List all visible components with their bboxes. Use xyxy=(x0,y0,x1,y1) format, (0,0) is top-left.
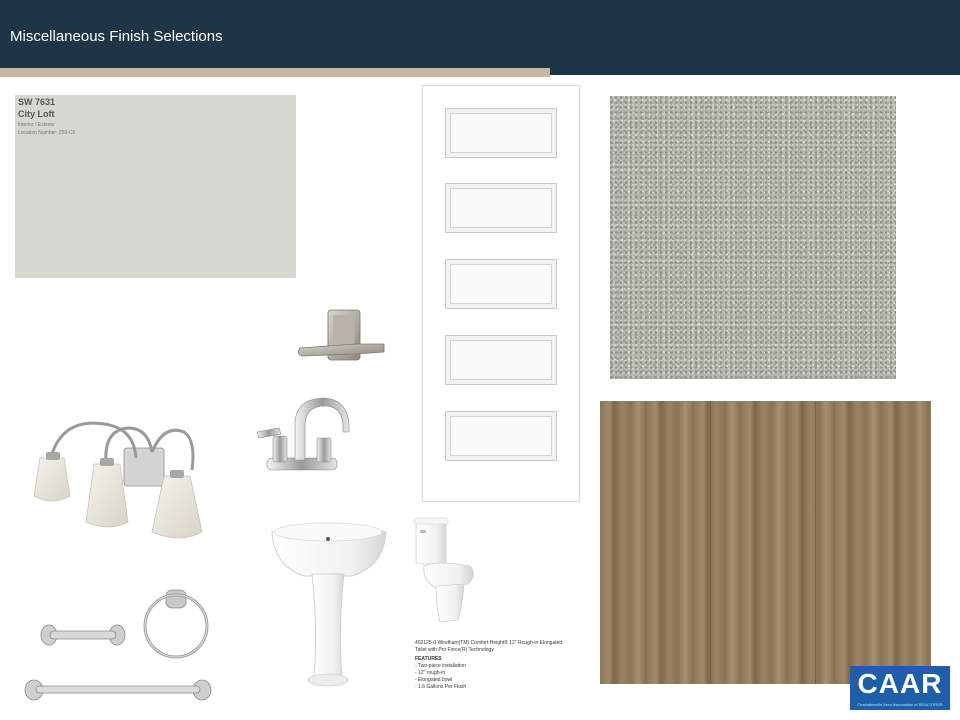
door-panel xyxy=(445,183,557,233)
flooring-swatch xyxy=(600,401,931,684)
paint-line2: Location Number: 259-C6 xyxy=(18,130,76,136)
feature-item: - Elongated bowl xyxy=(415,677,453,683)
features-title: FEATURES xyxy=(415,656,442,662)
feature-item: - Two-piece installation xyxy=(415,663,466,669)
paint-line1: Interior / Exterior xyxy=(18,122,55,128)
feature-item: - 1.6 Gallons Per Flush xyxy=(415,684,467,690)
door-panel xyxy=(445,335,557,385)
pedestal-sink-icon xyxy=(271,522,387,687)
towel-bar-icon xyxy=(24,679,212,701)
faucet-icon xyxy=(256,397,350,471)
paint-code: SW 7631 xyxy=(18,97,56,107)
tp-holder-icon xyxy=(40,624,126,646)
toilet-title: 402125-0 Windham(TM) Comfort Height® 12"… xyxy=(415,640,563,653)
countertop-swatch xyxy=(610,96,896,379)
plank-seam xyxy=(710,401,711,684)
door-panel xyxy=(445,411,557,461)
towel-ring-icon xyxy=(143,589,209,659)
paint-swatch: SW 7631 City Loft Interior / Exterior Lo… xyxy=(15,95,296,278)
feature-item: - 12" rough-in xyxy=(415,670,446,676)
paint-name: City Loft xyxy=(18,109,55,119)
page-title: Miscellaneous Finish Selections xyxy=(10,28,223,45)
toilet-description: 402125-0 Windham(TM) Comfort Height® 12"… xyxy=(415,640,565,691)
logo-tagline: Charlottesville Area Association of REAL… xyxy=(857,702,943,707)
plank-seam xyxy=(815,401,816,684)
vanity-light-icon xyxy=(33,421,203,539)
caar-logo: CAAR Charlottesville Area Association of… xyxy=(850,666,950,710)
door-panel xyxy=(445,108,557,158)
toilet-icon xyxy=(413,517,474,623)
door-panel xyxy=(445,259,557,309)
logo-text: CAAR xyxy=(857,668,943,699)
header-divider xyxy=(550,75,960,77)
door-image xyxy=(422,85,580,502)
accent-bar xyxy=(0,68,550,77)
lever-handle-icon xyxy=(298,309,385,361)
header-bar: Miscellaneous Finish Selections xyxy=(0,0,960,75)
